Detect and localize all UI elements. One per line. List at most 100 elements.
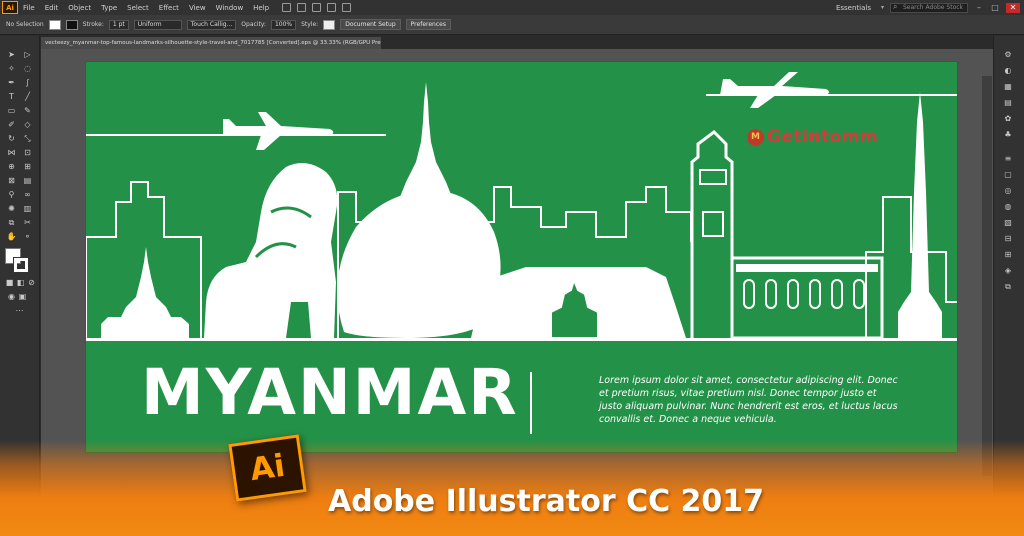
brush-select[interactable]: Touch Callig... bbox=[186, 19, 237, 30]
swatches-panel-icon[interactable]: ▤ bbox=[1002, 98, 1014, 108]
mesh-tool-icon[interactable]: ⊠ bbox=[6, 176, 17, 186]
zoom-tool-icon[interactable]: ⚬ bbox=[22, 232, 33, 242]
stroke-profile-select[interactable]: Uniform bbox=[133, 19, 182, 30]
eyedropper-tool-icon[interactable]: ⚲ bbox=[6, 190, 17, 200]
minimize-icon[interactable]: – bbox=[974, 3, 984, 13]
screen-mode-icon[interactable]: ▣ bbox=[17, 292, 28, 302]
menu-type[interactable]: Type bbox=[96, 4, 122, 12]
perspective-grid-tool-icon[interactable]: ⊞ bbox=[22, 162, 33, 172]
appearance-panel-icon[interactable]: ◍ bbox=[1002, 202, 1014, 212]
preferences-button[interactable]: Preferences bbox=[405, 19, 451, 30]
vertical-scrollbar[interactable] bbox=[982, 76, 992, 476]
maximize-icon[interactable]: □ bbox=[990, 3, 1000, 13]
stroke-swatch[interactable] bbox=[14, 258, 28, 272]
magic-wand-tool-icon[interactable]: ✧ bbox=[6, 64, 17, 74]
stroke-panel-icon[interactable]: ≡ bbox=[1002, 154, 1014, 164]
menu-file[interactable]: File bbox=[18, 4, 40, 12]
color-panel-icon[interactable]: ◐ bbox=[1002, 66, 1014, 76]
shaper-tool-icon[interactable]: ✐ bbox=[6, 120, 17, 130]
column-graph-tool-icon[interactable]: ▥ bbox=[22, 204, 33, 214]
selection-tool-icon[interactable]: ➤ bbox=[6, 50, 17, 60]
document-tab[interactable]: vecteezy_myanmar-top-famous-landmarks-si… bbox=[41, 37, 381, 49]
stroke-color-swatch[interactable] bbox=[65, 19, 78, 30]
symbol-sprayer-tool-icon[interactable]: ✺ bbox=[6, 204, 17, 214]
none-mode-icon[interactable]: ⊘ bbox=[26, 278, 37, 288]
layers-panel-icon[interactable]: ◈ bbox=[1002, 266, 1014, 276]
menu-view[interactable]: View bbox=[184, 4, 211, 12]
edit-toolbar-icon[interactable]: ⋯ bbox=[14, 306, 25, 316]
paintbrush-tool-icon[interactable]: ✎ bbox=[22, 106, 33, 116]
small-pagoda bbox=[101, 247, 189, 338]
document-setup-button[interactable]: Document Setup bbox=[340, 19, 401, 30]
stroke-weight-field[interactable]: 1 pt bbox=[108, 19, 129, 30]
chevron-down-icon[interactable]: ▾ bbox=[881, 4, 884, 11]
opacity-label: Opacity: bbox=[241, 21, 266, 28]
menu-effect[interactable]: Effect bbox=[154, 4, 184, 12]
properties-panel-icon[interactable]: ⚙ bbox=[1002, 50, 1014, 60]
selection-status: No Selection bbox=[6, 21, 44, 28]
gradient-mode-icon[interactable]: ◧ bbox=[15, 278, 26, 288]
transform-panel-icon[interactable]: ⊞ bbox=[1002, 250, 1014, 260]
stock-search-input[interactable]: Search Adobe Stock bbox=[890, 2, 968, 13]
brushes-panel-icon[interactable]: ✿ bbox=[1002, 114, 1014, 124]
shape-builder-tool-icon[interactable]: ⊕ bbox=[6, 162, 17, 172]
artboards-panel-icon[interactable]: ⧉ bbox=[1002, 282, 1014, 292]
watermark: M Getintomm bbox=[747, 127, 878, 147]
draw-normal-icon[interactable]: ◉ bbox=[6, 292, 17, 302]
control-bar: No Selection Stroke: 1 pt Uniform Touch … bbox=[0, 15, 1024, 35]
align-panel-icon[interactable]: ⊟ bbox=[1002, 234, 1014, 244]
artboard[interactable]: MYANMAR Lorem ipsum dolor sit amet, cons… bbox=[85, 61, 958, 453]
graphic-styles-panel-icon[interactable]: ▧ bbox=[1002, 218, 1014, 228]
close-icon[interactable]: ✕ bbox=[1006, 2, 1020, 13]
menu-object[interactable]: Object bbox=[63, 4, 96, 12]
chinthe-lion-statue bbox=[204, 163, 338, 338]
artwork-title: MYANMAR bbox=[141, 356, 519, 429]
airplane-right-icon bbox=[720, 72, 829, 108]
free-transform-tool-icon[interactable]: ⊡ bbox=[22, 148, 33, 158]
send-icon[interactable] bbox=[342, 3, 352, 12]
curvature-tool-icon[interactable]: ∫ bbox=[22, 78, 33, 88]
scale-tool-icon[interactable]: ⤡ bbox=[22, 134, 33, 144]
symbols-panel-icon[interactable]: ♣ bbox=[1002, 130, 1014, 140]
illustrator-logo: Ai bbox=[228, 434, 307, 502]
blend-tool-icon[interactable]: ∞ bbox=[22, 190, 33, 200]
independence-monument bbox=[898, 92, 942, 338]
type-tool-icon[interactable]: T bbox=[6, 92, 17, 102]
direct-selection-tool-icon[interactable]: ▷ bbox=[22, 50, 33, 60]
color-guide-icon[interactable]: ▦ bbox=[1002, 82, 1014, 92]
artboard-tool-icon[interactable]: ⧉ bbox=[6, 218, 17, 228]
pen-tool-icon[interactable]: ✒ bbox=[6, 78, 17, 88]
arrange-documents-icon[interactable] bbox=[312, 3, 322, 12]
style-label: Style: bbox=[301, 21, 319, 28]
stock-icon[interactable] bbox=[297, 3, 307, 12]
watermark-text: Getintomm bbox=[767, 127, 879, 147]
banner-title: Adobe Illustrator CC 2017 bbox=[328, 484, 765, 519]
artwork-body-text: Lorem ipsum dolor sit amet, consectetur … bbox=[599, 375, 898, 425]
eraser-tool-icon[interactable]: ◇ bbox=[22, 120, 33, 130]
bridge-icon[interactable] bbox=[282, 3, 292, 12]
fill-color-swatch[interactable] bbox=[48, 19, 61, 30]
line-tool-icon[interactable]: ╱ bbox=[22, 92, 33, 102]
airplane-left-icon bbox=[223, 112, 334, 150]
hand-tool-icon[interactable]: ✋ bbox=[6, 232, 17, 242]
illustrator-logo-text: Ai bbox=[247, 447, 288, 489]
graphic-style-swatch[interactable] bbox=[323, 19, 336, 30]
menu-window[interactable]: Window bbox=[211, 4, 249, 12]
opacity-field[interactable]: 100% bbox=[270, 19, 297, 30]
gradient-tool-icon[interactable]: ▤ bbox=[22, 176, 33, 186]
transparency-panel-icon[interactable]: ◎ bbox=[1002, 186, 1014, 196]
menu-select[interactable]: Select bbox=[122, 4, 154, 12]
lasso-tool-icon[interactable]: ◌ bbox=[22, 64, 33, 74]
rectangle-tool-icon[interactable]: ▭ bbox=[6, 106, 17, 116]
color-mode-icon[interactable]: ■ bbox=[4, 278, 15, 288]
menu-edit[interactable]: Edit bbox=[40, 4, 64, 12]
width-tool-icon[interactable]: ⋈ bbox=[6, 148, 17, 158]
gradient-panel-icon[interactable]: ▢ bbox=[1002, 170, 1014, 180]
gpu-rocket-icon[interactable] bbox=[327, 3, 337, 12]
watermark-logo-icon: M bbox=[747, 128, 764, 146]
menu-help[interactable]: Help bbox=[248, 4, 274, 12]
app-logo: Ai bbox=[2, 1, 18, 14]
workspace-switcher[interactable]: Essentials bbox=[832, 4, 875, 12]
rotate-tool-icon[interactable]: ↻ bbox=[6, 134, 17, 144]
slice-tool-icon[interactable]: ✂ bbox=[22, 218, 33, 228]
